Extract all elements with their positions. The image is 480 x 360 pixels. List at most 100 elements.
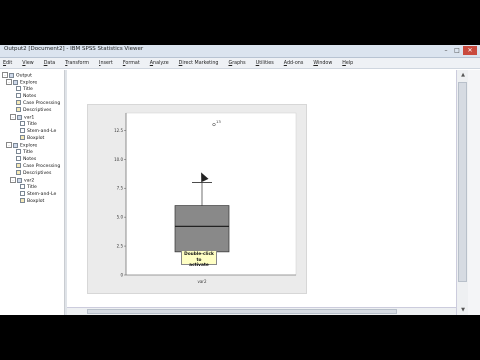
folder-icon: [9, 72, 14, 78]
table-icon: [16, 100, 21, 105]
tree-label: Stem-and-Le: [27, 129, 57, 134]
tree-label: Case Processing: [23, 164, 61, 169]
book-icon: [17, 114, 22, 120]
menu-analyze[interactable]: Analyze: [150, 61, 169, 66]
collapse-icon[interactable]: -: [6, 79, 12, 85]
collapse-icon[interactable]: -: [10, 177, 16, 183]
outline-pane: - Output - Explore Title Notes Case Proces…: [0, 70, 65, 315]
menu-format[interactable]: Format: [123, 61, 140, 66]
window-controls: – □ ✕: [441, 46, 477, 55]
tree-label: Stem-and-Le: [27, 192, 57, 197]
tree-label: Title: [27, 122, 37, 127]
y-tick-label: 2.5: [117, 244, 124, 249]
document-icon: [16, 93, 21, 98]
y-tick-label: 7.5: [117, 186, 124, 191]
table-icon: [16, 107, 21, 112]
collapse-icon[interactable]: -: [10, 114, 16, 120]
maximize-icon[interactable]: □: [452, 46, 462, 55]
tree-label: Title: [27, 185, 37, 190]
document-icon: [20, 191, 25, 196]
content-pane: 0 2.5 5.0 7.5 10.0 12.5 13 var2: [67, 70, 456, 315]
window-title: Output2 [Document2] - IBM SPSS Statistic…: [4, 46, 144, 52]
table-icon: [16, 163, 21, 168]
tree-item-case-processing[interactable]: Case Processing: [16, 100, 60, 107]
table-icon: [16, 170, 21, 175]
activate-tooltip: Double-click to activate: [181, 250, 217, 268]
book-icon: [13, 142, 18, 148]
tree-item-notes[interactable]: Notes: [16, 93, 36, 100]
box: [174, 205, 230, 253]
tree-label: Explore: [20, 80, 38, 86]
chart-icon: [20, 135, 25, 140]
y-tick-label: 10.0: [114, 157, 123, 162]
menu-utilities[interactable]: Utilities: [256, 61, 274, 66]
horizontal-scrollbar[interactable]: [67, 307, 456, 315]
tree-item-var1-title[interactable]: Title: [20, 121, 37, 128]
y-tick-label: 5.0: [117, 215, 124, 220]
scroll-thumb[interactable]: [458, 82, 467, 282]
menu-add-ons[interactable]: Add-ons: [284, 61, 304, 66]
chart-icon: [20, 198, 25, 203]
tree-item-case-processing-2[interactable]: Case Processing: [16, 163, 60, 170]
tree-item-var1[interactable]: - var1: [10, 114, 34, 121]
menu-insert[interactable]: Insert: [99, 61, 113, 66]
collapse-icon[interactable]: -: [2, 72, 8, 78]
tree-label: Case Processing: [23, 101, 61, 106]
tree-label: Descriptives: [23, 171, 52, 176]
tree-label: var1: [24, 115, 35, 121]
menu-view[interactable]: View: [22, 61, 33, 66]
book-icon: [17, 177, 22, 183]
menu-direct-marketing[interactable]: Direct Marketing: [179, 61, 219, 66]
y-tick-label: 0: [120, 273, 123, 278]
tree-item-explore-2[interactable]: - Explore: [6, 142, 37, 149]
tree-label: Title: [23, 87, 33, 92]
document-icon: [20, 184, 25, 189]
menu-graphs[interactable]: Graphs: [228, 61, 245, 66]
right-gutter: [468, 70, 480, 315]
hscroll-thumb[interactable]: [87, 309, 397, 314]
tree-label: Title: [23, 150, 33, 155]
outlier-label: 13: [216, 119, 221, 124]
title-bar: Output2 [Document2] - IBM SPSS Statistic…: [0, 45, 480, 58]
collapse-icon[interactable]: -: [6, 142, 12, 148]
tooltip-line-2: activate: [189, 263, 209, 268]
menu-help[interactable]: Help: [342, 61, 353, 66]
tree-label: Notes: [23, 94, 37, 99]
menu-bar: Edit View Data Transform Insert Format A…: [0, 58, 480, 69]
tree-item-output[interactable]: - Output: [2, 72, 32, 79]
tree-item-var2-title[interactable]: Title: [20, 184, 37, 191]
tree-item-explore-1[interactable]: - Explore: [6, 79, 37, 86]
tree-label: Notes: [23, 157, 37, 162]
tree-item-notes-2[interactable]: Notes: [16, 156, 36, 163]
tree-item-var1-stem[interactable]: Stem-and-Le: [20, 128, 56, 135]
close-icon[interactable]: ✕: [463, 46, 477, 55]
document-icon: [16, 149, 21, 154]
tree-label: Boxplot: [27, 199, 45, 204]
tree-item-var2-boxplot[interactable]: Boxplot: [20, 198, 44, 205]
tree-label: Output: [16, 73, 32, 79]
viewer-window: Output2 [Document2] - IBM SPSS Statistic…: [0, 45, 480, 315]
document-icon: [16, 86, 21, 91]
tree-item-descriptives[interactable]: Descriptives: [16, 107, 51, 114]
menu-transform[interactable]: Transform: [65, 61, 89, 66]
menu-window[interactable]: Window: [313, 61, 332, 66]
tree-label: var2: [24, 178, 35, 184]
y-tick-label: 12.5: [114, 128, 123, 133]
tree-item-title-2[interactable]: Title: [16, 149, 33, 156]
menu-edit[interactable]: Edit: [3, 61, 12, 66]
document-icon: [16, 156, 21, 161]
x-category-label: var2: [197, 279, 206, 284]
menu-data[interactable]: Data: [44, 61, 55, 66]
tree-item-var2-stem[interactable]: Stem-and-Le: [20, 191, 56, 198]
tree-label: Boxplot: [27, 136, 45, 141]
tooltip-line-1: Double-click to: [184, 252, 214, 263]
tree-item-title[interactable]: Title: [16, 86, 33, 93]
document-icon: [20, 121, 25, 126]
tree-label: Descriptives: [23, 108, 52, 113]
document-icon: [20, 128, 25, 133]
minimize-icon[interactable]: –: [441, 46, 451, 55]
tree-item-descriptives-2[interactable]: Descriptives: [16, 170, 51, 177]
tree-label: Explore: [20, 143, 38, 149]
tree-item-var2[interactable]: - var2: [10, 177, 34, 184]
tree-item-var1-boxplot[interactable]: Boxplot: [20, 135, 44, 142]
